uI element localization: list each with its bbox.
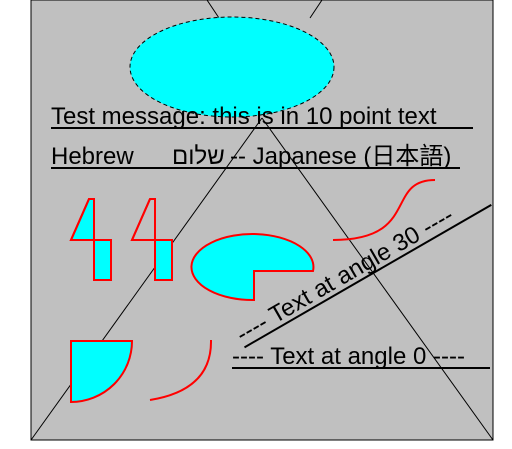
dashed-cyan-ellipse xyxy=(129,16,335,118)
test-message-text: Test message: this is in 10 point text xyxy=(51,103,437,130)
number-four-fill-right xyxy=(154,239,173,281)
drawing-canvas: Test message: this is in 10 point text H… xyxy=(30,0,494,441)
angle-0-text: ---- Text at angle 0 ---- xyxy=(232,343,465,370)
hebrew-word-text: שלום xyxy=(172,143,225,170)
hebrew-label-text: Hebrew xyxy=(51,143,134,170)
japanese-text: -- Japanese (日本語) xyxy=(230,143,451,170)
